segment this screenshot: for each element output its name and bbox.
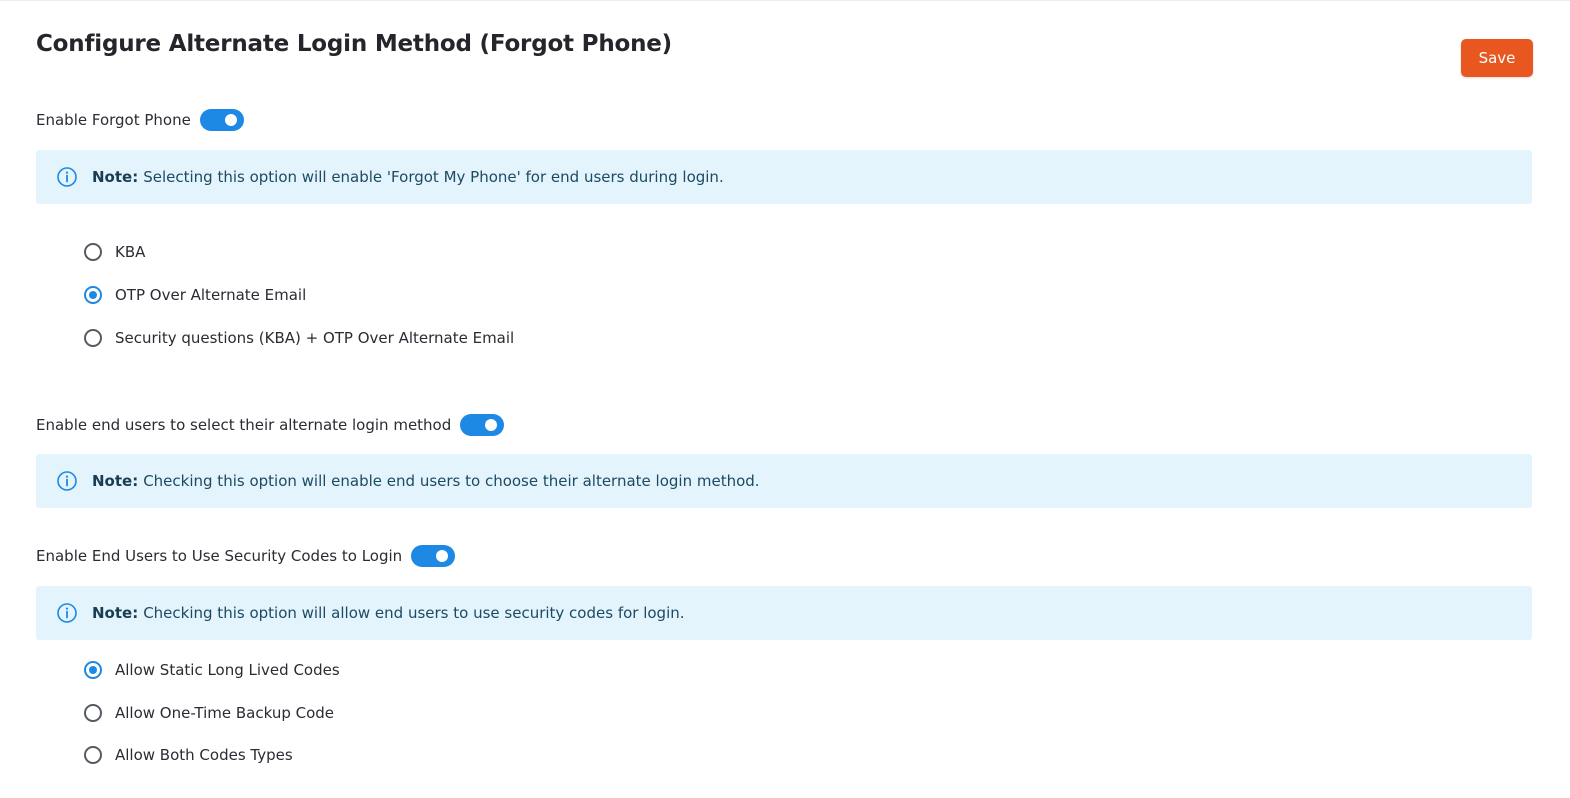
page-title: Configure Alternate Login Method (Forgot…: [36, 31, 672, 57]
radio-label: Allow Static Long Lived Codes: [115, 661, 340, 679]
toggle-knob: [224, 114, 237, 126]
radio-label: Security questions (KBA) + OTP Over Alte…: [115, 329, 515, 347]
toggle-knob: [436, 550, 449, 562]
security-codes-toggle-row: Enable End Users to Use Security Codes t…: [36, 544, 456, 568]
radio-option-otp-alternate-email[interactable]: OTP Over Alternate Email: [84, 284, 306, 306]
info-icon: [57, 471, 77, 491]
radio-label: Allow Both Codes Types: [115, 746, 293, 764]
toggle-knob: [485, 419, 498, 431]
info-icon: [57, 603, 77, 623]
info-icon: [57, 167, 77, 187]
radio-label: OTP Over Alternate Email: [115, 286, 307, 304]
radio-button-checked[interactable]: [84, 286, 102, 304]
note-text: Checking this option will enable end use…: [143, 472, 760, 490]
radio-button[interactable]: [84, 746, 102, 764]
forgot-phone-toggle-label: Enable Forgot Phone: [36, 111, 191, 129]
select-method-toggle-row: Enable end users to select their alterna…: [36, 413, 505, 437]
save-button[interactable]: Save: [1461, 39, 1533, 77]
radio-option-one-time-backup-code[interactable]: Allow One-Time Backup Code: [84, 702, 334, 724]
radio-option-static-long-lived-codes[interactable]: Allow Static Long Lived Codes: [84, 659, 340, 681]
radio-button[interactable]: [84, 704, 102, 722]
security-codes-note: Note: Checking this option will allow en…: [36, 586, 1532, 640]
select-method-toggle[interactable]: [460, 414, 505, 436]
note-label: Note:: [92, 472, 139, 490]
security-codes-toggle-label: Enable End Users to Use Security Codes t…: [36, 547, 403, 565]
security-codes-toggle[interactable]: [411, 545, 456, 567]
note-label: Note:: [92, 604, 139, 622]
radio-label: KBA: [115, 243, 146, 261]
radio-option-kba-plus-otp[interactable]: Security questions (KBA) + OTP Over Alte…: [84, 327, 514, 349]
select-method-toggle-label: Enable end users to select their alterna…: [36, 416, 452, 434]
radio-button[interactable]: [84, 329, 102, 347]
select-method-note: Note: Checking this option will enable e…: [36, 454, 1532, 508]
forgot-phone-toggle-row: Enable Forgot Phone: [36, 108, 244, 132]
forgot-phone-note: Note: Selecting this option will enable …: [36, 150, 1532, 204]
note-text: Checking this option will allow end user…: [143, 604, 685, 622]
note-text: Selecting this option will enable 'Forgo…: [143, 168, 724, 186]
radio-button[interactable]: [84, 243, 102, 261]
note-label: Note:: [92, 168, 139, 186]
radio-button-checked[interactable]: [84, 661, 102, 679]
forgot-phone-toggle[interactable]: [199, 109, 244, 131]
radio-option-both-code-types[interactable]: Allow Both Codes Types: [84, 744, 293, 766]
configure-alternate-login-page: Configure Alternate Login Method (Forgot…: [0, 0, 1570, 798]
radio-option-kba[interactable]: KBA: [84, 241, 145, 263]
radio-label: Allow One-Time Backup Code: [115, 704, 335, 722]
